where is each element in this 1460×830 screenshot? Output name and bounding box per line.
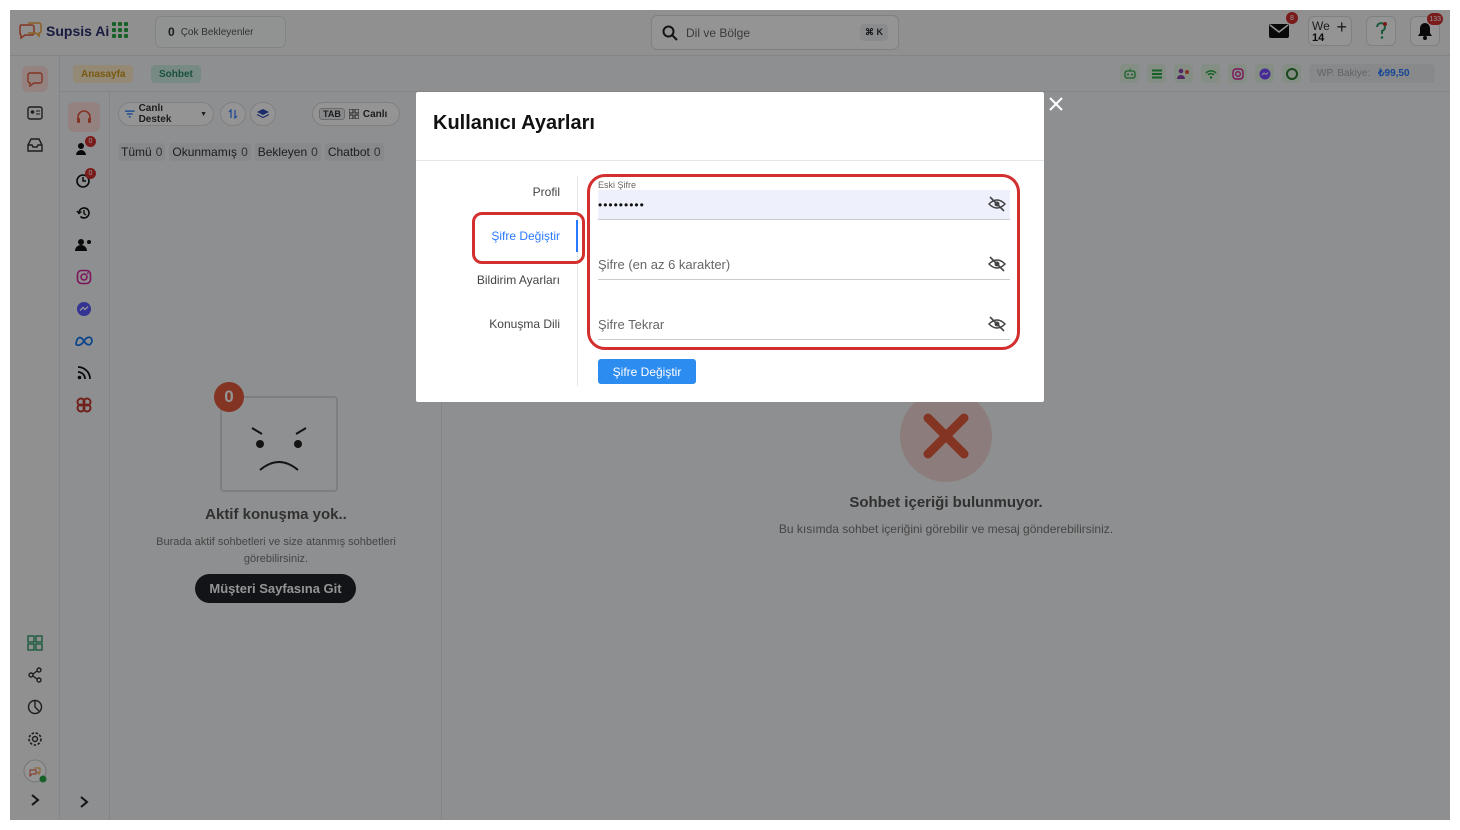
- highlight-nav-outline: [472, 212, 585, 264]
- change-password-button[interactable]: Şifre Değiştir: [598, 359, 696, 384]
- close-icon[interactable]: [1048, 96, 1064, 112]
- highlight-fields-outline: [587, 174, 1020, 350]
- divider: [577, 176, 578, 386]
- nav-profile[interactable]: Profil: [533, 185, 560, 199]
- divider: [416, 160, 1044, 161]
- modal-title: Kullanıcı Ayarları: [433, 112, 595, 134]
- nav-conversation-language[interactable]: Konuşma Dili: [489, 317, 560, 331]
- nav-notification-settings[interactable]: Bildirim Ayarları: [477, 273, 560, 287]
- app-frame: Supsis Ai 0 Çok Bekleyenler Dil ve Bölge…: [10, 10, 1450, 820]
